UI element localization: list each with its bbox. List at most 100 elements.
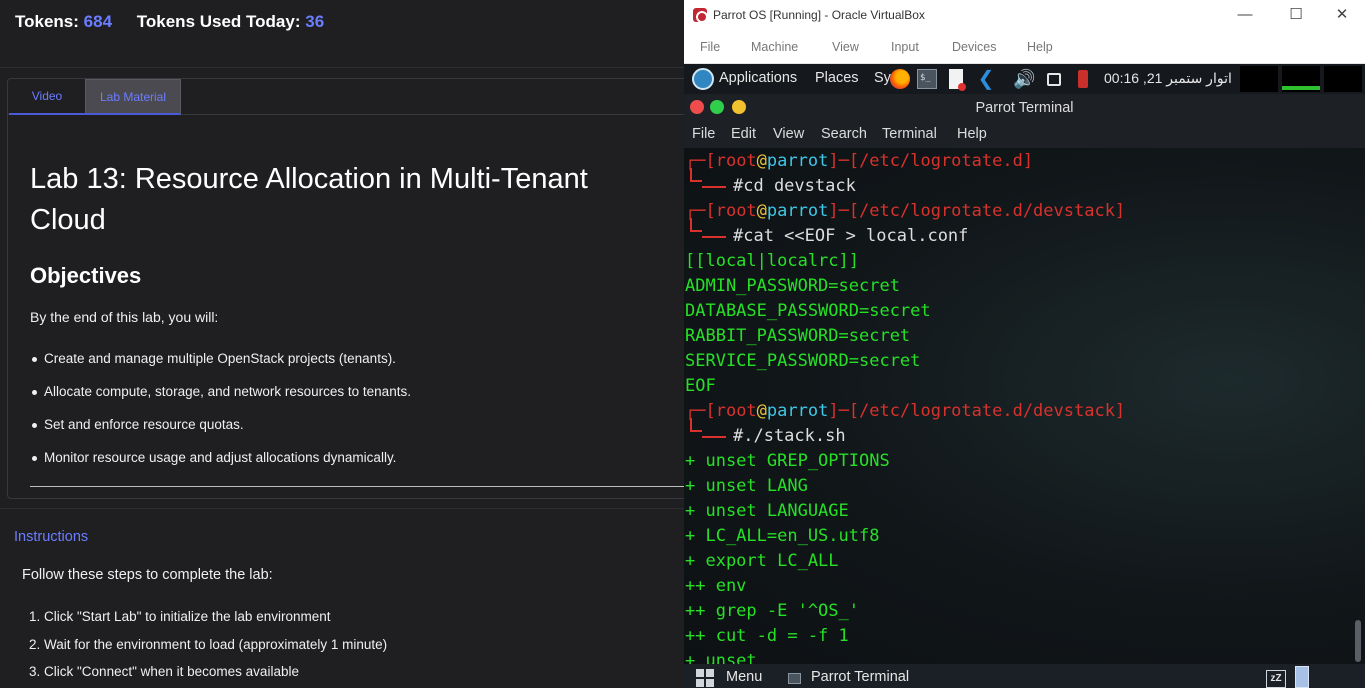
menu-machine[interactable]: Machine <box>751 40 798 54</box>
terminal-menu-search[interactable]: Search <box>821 126 867 142</box>
system-menu[interactable]: Sy <box>874 70 891 86</box>
menu-input[interactable]: Input <box>891 40 919 54</box>
output-line: SERVICE_PASSWORD=secret <box>685 351 921 371</box>
output-line: + unset LANG <box>685 476 808 496</box>
places-menu[interactable]: Places <box>815 70 859 86</box>
taskbar-window-parrot-terminal[interactable]: Parrot Terminal <box>811 669 909 685</box>
objectives-list: Create and manage multiple OpenStack pro… <box>30 351 670 483</box>
objective-item: Create and manage multiple OpenStack pro… <box>30 351 670 384</box>
virtualbox-menubar: File Machine View Input Devices Help <box>684 32 1365 64</box>
close-button[interactable]: ✕ <box>1330 4 1354 28</box>
terminal-menu-edit[interactable]: Edit <box>731 126 756 142</box>
memory-monitor-icon[interactable] <box>1282 66 1320 92</box>
output-line: [[local|localrc]] <box>685 251 859 271</box>
tokens-counter: Tokens: 684 <box>15 12 117 31</box>
prompt-at: @ <box>756 401 767 421</box>
objectives-intro: By the end of this lab, you will: <box>30 309 219 325</box>
taskbar-menu-button[interactable]: Menu <box>726 669 762 685</box>
step-item: 2. Wait for the environment to load (app… <box>29 636 388 652</box>
instructions-intro: Follow these steps to complete the lab: <box>22 567 273 583</box>
output-line: ADMIN_PASSWORD=secret <box>685 276 900 296</box>
prompt-host: parrot <box>766 201 829 221</box>
prompt-path: [/etc/logrotate.d] <box>848 151 1034 171</box>
divider <box>0 508 684 509</box>
menu-file[interactable]: File <box>700 40 720 54</box>
prompt-connector <box>690 218 702 232</box>
sleep-icon[interactable]: zZ <box>1266 670 1286 688</box>
prompt-connector <box>690 418 702 432</box>
minimize-button[interactable]: — <box>1233 4 1257 28</box>
screen-icon[interactable] <box>1047 73 1061 86</box>
command-line: #cat <<EOF > local.conf <box>733 226 969 246</box>
objective-item: Set and enforce resource quotas. <box>30 417 670 450</box>
prompt-path: [/etc/logrotate.d/devstack] <box>848 201 1126 221</box>
output-line: ++ env <box>685 576 747 596</box>
prompt-connector <box>690 168 702 182</box>
step-item: 3. Click "Connect" when it becomes avail… <box>29 664 299 679</box>
prompt-arrow <box>702 236 726 238</box>
divider <box>30 486 684 487</box>
output-line: RABBIT_PASSWORD=secret <box>685 326 911 346</box>
parrot-logo-icon[interactable] <box>692 68 714 90</box>
step-item: 1. Click "Start Lab" to initialize the l… <box>29 609 331 624</box>
terminal-menu-help[interactable]: Help <box>957 126 987 142</box>
terminal-menu-file[interactable]: File <box>692 126 715 142</box>
output-line: + unset GREP_OPTIONS <box>685 451 890 471</box>
objectives-heading: Objectives <box>30 263 142 288</box>
prompt-arrow <box>702 436 726 438</box>
terminal-menu-view[interactable]: View <box>773 126 804 142</box>
tokens-used-counter: Tokens Used Today: 36 <box>137 12 324 31</box>
tab-lab-material[interactable]: Lab Material <box>85 79 181 115</box>
tab-video[interactable]: Video <box>9 79 85 115</box>
terminal-output[interactable]: ┌─[root@parrot]─[/etc/logrotate.d] #cd d… <box>684 148 1365 664</box>
terminal-menubar: File Edit View Search Terminal Help <box>684 122 1365 148</box>
prompt-host: parrot <box>766 151 829 171</box>
workspace-switcher[interactable] <box>1295 666 1309 688</box>
prompt-arrow <box>702 186 726 188</box>
instructions-heading: Instructions <box>14 529 89 545</box>
battery-icon[interactable] <box>1078 70 1088 88</box>
maximize-button[interactable]: ☐ <box>1284 4 1308 28</box>
terminal-launcher-icon[interactable]: $_ <box>917 69 937 89</box>
terminal-scrollbar[interactable] <box>1355 620 1361 662</box>
output-line: + export LC_ALL <box>685 551 839 571</box>
objective-item: Monitor resource usage and adjust alloca… <box>30 450 670 483</box>
menu-devices[interactable]: Devices <box>952 40 996 54</box>
output-line: + unset <box>685 651 757 664</box>
virtualbox-window: Parrot OS [Running] - Oracle VirtualBox … <box>684 0 1365 688</box>
prompt-line: ┌─[root@parrot]─[/etc/logrotate.d] <box>685 151 1034 171</box>
output-line: + LC_ALL=en_US.utf8 <box>685 526 880 546</box>
objective-item: Allocate compute, storage, and network r… <box>30 384 670 417</box>
command-line: #./stack.sh <box>733 426 846 446</box>
prompt-user: root <box>715 401 757 421</box>
instructions-steps: 1. Click "Start Lab" to initialize the l… <box>29 609 387 688</box>
applications-menu[interactable]: Applications <box>719 70 797 86</box>
network-monitor-icon[interactable] <box>1324 66 1362 92</box>
prompt-at: @ <box>756 151 767 171</box>
prompt-host: parrot <box>766 401 829 421</box>
tokens-used-label: Tokens Used Today: <box>136 12 301 31</box>
tokens-value: 684 <box>83 12 113 31</box>
clock[interactable]: اتوار ستمبر 21, 00:16 <box>1104 70 1232 87</box>
menu-help[interactable]: Help <box>1027 40 1053 54</box>
command-line: #cd devstack <box>733 176 856 196</box>
terminal-menu-terminal[interactable]: Terminal <box>882 126 937 142</box>
menu-view[interactable]: View <box>832 40 859 54</box>
firefox-icon[interactable] <box>890 69 910 89</box>
parrot-top-panel: Applications Places Sy $_ ❮ 🔊 اتوار ستمب… <box>684 64 1365 94</box>
tokens-used-value: 36 <box>305 12 325 31</box>
virtualbox-titlebar: Parrot OS [Running] - Oracle VirtualBox … <box>684 0 1365 32</box>
document-launcher-icon[interactable] <box>949 69 966 91</box>
tab-bar: Video Lab Material <box>8 79 684 115</box>
menu-grid-icon[interactable] <box>696 669 716 687</box>
virtualbox-logo-icon <box>693 8 708 23</box>
window-title: Parrot OS [Running] - Oracle VirtualBox <box>713 8 925 22</box>
terminal-window-icon <box>788 673 801 684</box>
lab-material-card: Video Lab Material Lab 13: Resource Allo… <box>7 78 684 499</box>
output-line: ++ grep -E '^OS_' <box>685 601 859 621</box>
parrot-bottom-panel: Menu Parrot Terminal zZ <box>684 664 1365 688</box>
cpu-monitor-icon[interactable] <box>1240 66 1278 92</box>
prompt-line: ┌─[root@parrot]─[/etc/logrotate.d/devsta… <box>685 401 1126 421</box>
vscode-icon[interactable]: ❮ <box>974 69 998 89</box>
volume-icon[interactable]: 🔊 <box>1013 69 1041 89</box>
